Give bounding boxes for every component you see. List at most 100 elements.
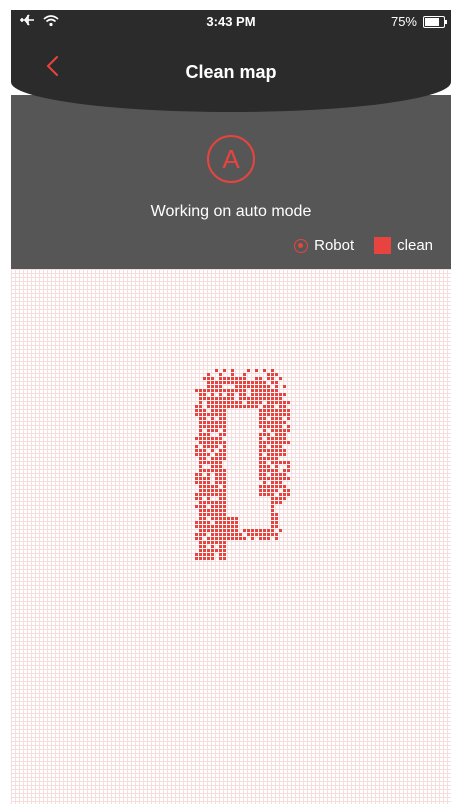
cleaned-cell [283,433,286,436]
cleaned-cell [275,533,278,536]
cleaned-cell [271,377,274,380]
cleaned-area-map [195,369,290,560]
cleaned-cell [199,465,202,468]
cleaned-cell [283,393,286,396]
cleaned-cell [239,385,242,388]
cleaned-cell [219,449,222,452]
cleaned-cell [239,389,242,392]
cleaned-cell [215,397,218,400]
cleaned-cell [259,437,262,440]
cleaned-cell [279,409,282,412]
cleaned-cell [279,437,282,440]
cleaned-cell [215,485,218,488]
cleaned-cell [215,453,218,456]
cleaned-cell [219,433,222,436]
cleaned-cell [211,469,214,472]
cleaned-cell [263,457,266,460]
cleaned-cell [215,529,218,532]
cleaned-cell [283,385,286,388]
robot-icon [294,238,309,253]
cleaned-cell [287,441,290,444]
cleaned-cell [223,493,226,496]
cleaned-cell [255,377,258,380]
cleaned-cell [199,501,202,504]
cleaned-cell [211,385,214,388]
cleaned-cell [199,441,202,444]
cleaned-cell [259,401,262,404]
cleaned-cell [219,393,222,396]
cleaned-cell [211,417,214,420]
cleaned-cell [227,397,230,400]
cleaned-cell [243,397,246,400]
cleaned-cell [207,489,210,492]
cleaned-cell [223,517,226,520]
mode-status-text: Working on auto mode [150,203,312,220]
cleaned-cell [203,481,206,484]
cleaned-cell [199,509,202,512]
cleaned-cell [203,513,206,516]
cleaned-cell [263,381,266,384]
cleaned-cell [195,533,198,536]
cleaned-cell [223,525,226,528]
cleaned-cell [275,421,278,424]
cleaned-cell [203,517,206,520]
cleaned-cell [287,461,290,464]
cleaned-cell [259,441,262,444]
cleaned-cell [219,417,222,420]
cleaned-cell [267,393,270,396]
cleaned-cell [195,445,198,448]
cleaned-cell [215,489,218,492]
cleaned-cell [227,377,230,380]
cleaned-cell [259,409,262,412]
cleaned-cell [267,385,270,388]
cleaned-cell [215,421,218,424]
cleaned-cell [199,517,202,520]
cleaned-cell [279,449,282,452]
cleaned-cell [275,441,278,444]
cleaned-cell [207,521,210,524]
cleaned-cell [219,409,222,412]
cleaned-cell [271,505,274,508]
cleaned-cell [231,393,234,396]
cleaned-cell [211,465,214,468]
cleaned-cell [211,421,214,424]
cleaned-cell [255,389,258,392]
cleaned-cell [279,425,282,428]
cleaned-cell [199,393,202,396]
clean-map[interactable] [11,269,451,804]
cleaned-cell [195,405,198,408]
cleaned-cell [203,541,206,544]
cleaned-cell [227,517,230,520]
cleaned-cell [211,553,214,556]
cleaned-cell [219,533,222,536]
cleaned-cell [207,405,210,408]
cleaned-cell [259,377,262,380]
cleaned-cell [247,381,250,384]
cleaned-cell [199,505,202,508]
cleaned-cell [279,461,282,464]
cleaned-cell [259,449,262,452]
cleaned-cell [219,541,222,544]
cleaned-cell [275,473,278,476]
cleaned-cell [283,497,286,500]
cleaned-cell [275,409,278,412]
cleaned-cell [259,425,262,428]
cleaned-cell [203,505,206,508]
cleaned-cell [255,381,258,384]
cleaned-cell [283,493,286,496]
cleaned-cell [271,405,274,408]
cleaned-cell [287,417,290,420]
cleaned-cell [215,525,218,528]
cleaned-cell [235,385,238,388]
cleaned-cell [283,441,286,444]
cleaned-cell [203,421,206,424]
cleaned-cell [251,393,254,396]
cleaned-cell [223,469,226,472]
cleaned-cell [231,533,234,536]
cleaned-cell [199,409,202,412]
cleaned-cell [267,433,270,436]
cleaned-cell [263,493,266,496]
cleaned-cell [263,477,266,480]
cleaned-cell [279,393,282,396]
cleaned-cell [279,485,282,488]
